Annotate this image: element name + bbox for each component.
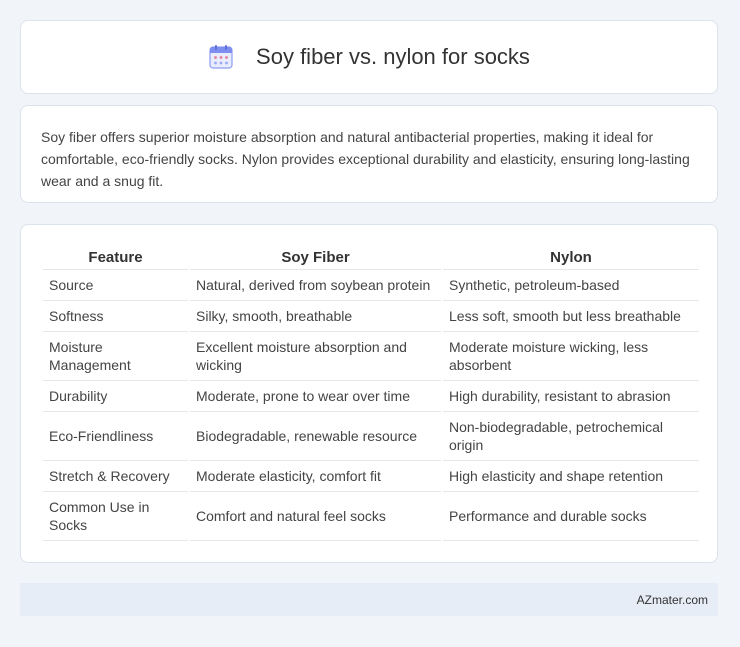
table-header-row: Feature Soy Fiber Nylon [43, 245, 699, 270]
soy-fiber-cell: Moderate elasticity, comfort fit [190, 461, 441, 492]
table-row: Stretch & Recovery Moderate elasticity, … [43, 461, 699, 492]
table-row: Common Use in Socks Comfort and natural … [43, 492, 699, 541]
table-card: Feature Soy Fiber Nylon Source Natural, … [20, 224, 718, 563]
feature-cell: Common Use in Socks [43, 492, 188, 541]
column-header-feature: Feature [43, 245, 188, 270]
soy-fiber-cell: Natural, derived from soybean protein [190, 270, 441, 301]
nylon-cell: Performance and durable socks [443, 492, 699, 541]
feature-cell: Source [43, 270, 188, 301]
table-row: Durability Moderate, prone to wear over … [43, 381, 699, 412]
soy-fiber-cell: Comfort and natural feel socks [190, 492, 441, 541]
nylon-cell: Non-biodegradable, petrochemical origin [443, 412, 699, 461]
feature-cell: Stretch & Recovery [43, 461, 188, 492]
table-row: Moisture Management Excellent moisture a… [43, 332, 699, 381]
soy-fiber-cell: Excellent moisture absorption and wickin… [190, 332, 441, 381]
nylon-cell: High elasticity and shape retention [443, 461, 699, 492]
soy-fiber-cell: Moderate, prone to wear over time [190, 381, 441, 412]
title-wrap: Soy fiber vs. nylon for socks [208, 44, 530, 70]
feature-cell: Softness [43, 301, 188, 332]
footer-site-label[interactable]: AZmater.com [637, 593, 708, 607]
feature-cell: Durability [43, 381, 188, 412]
intro-card: Soy fiber offers superior moisture absor… [20, 105, 718, 203]
page-title: Soy fiber vs. nylon for socks [256, 44, 530, 69]
nylon-cell: Moderate moisture wicking, less absorben… [443, 332, 699, 381]
intro-text: Soy fiber offers superior moisture absor… [41, 129, 690, 189]
soy-fiber-cell: Biodegradable, renewable resource [190, 412, 441, 461]
column-header-nylon: Nylon [443, 245, 699, 270]
table-row: Source Natural, derived from soybean pro… [43, 270, 699, 301]
nylon-cell: High durability, resistant to abrasion [443, 381, 699, 412]
comparison-table: Feature Soy Fiber Nylon Source Natural, … [41, 245, 701, 541]
calendar-icon [209, 45, 233, 69]
title-card: Soy fiber vs. nylon for socks [20, 20, 718, 94]
feature-cell: Moisture Management [43, 332, 188, 381]
feature-cell: Eco-Friendliness [43, 412, 188, 461]
nylon-cell: Synthetic, petroleum-based [443, 270, 699, 301]
table-row: Softness Silky, smooth, breathable Less … [43, 301, 699, 332]
column-header-soy-fiber: Soy Fiber [190, 245, 441, 270]
footer: AZmater.com [20, 583, 718, 616]
nylon-cell: Less soft, smooth but less breathable [443, 301, 699, 332]
soy-fiber-cell: Silky, smooth, breathable [190, 301, 441, 332]
table-row: Eco-Friendliness Biodegradable, renewabl… [43, 412, 699, 461]
